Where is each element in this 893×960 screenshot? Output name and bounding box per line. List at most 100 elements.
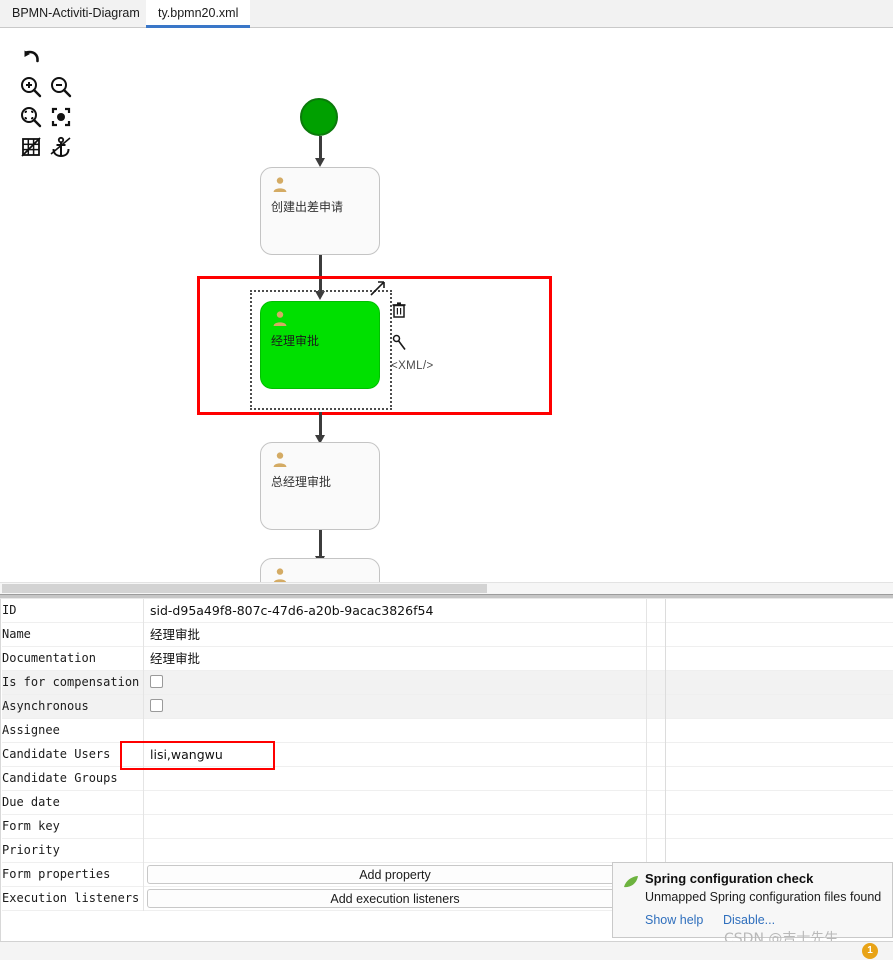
property-label: ID — [2, 603, 17, 617]
notification-body: Unmapped Spring configuration files foun… — [645, 890, 882, 904]
property-label: Name — [2, 627, 31, 641]
notification-count-badge[interactable]: 1 — [862, 943, 878, 959]
property-label: Documentation — [2, 651, 96, 665]
add-property-button[interactable]: Add property — [147, 865, 643, 884]
editor-tab-bar: BPMN-Activiti-Diagram ty.bpmn20.xml — [0, 0, 893, 28]
tab-label: ty.bpmn20.xml — [158, 6, 239, 20]
tab-ty-bpmn20-xml[interactable]: ty.bpmn20.xml — [146, 0, 251, 28]
column-divider — [646, 791, 647, 815]
property-label: Form properties — [2, 867, 111, 881]
annotation-rect-candidate-users — [120, 741, 275, 770]
xml-icon[interactable]: <XML/> — [391, 360, 434, 372]
column-divider — [665, 743, 666, 767]
column-divider — [646, 767, 647, 791]
anchor-icon[interactable] — [48, 134, 74, 160]
column-divider — [143, 647, 144, 671]
start-event-node[interactable] — [300, 98, 338, 136]
grid-off-icon[interactable] — [18, 134, 44, 160]
status-bar: 1 — [0, 941, 893, 960]
zoom-fit-icon[interactable] — [18, 104, 44, 130]
column-divider — [646, 671, 647, 695]
column-divider — [665, 623, 666, 647]
is-for-compensation-checkbox[interactable] — [150, 675, 163, 688]
task-label: 经理审批 — [271, 334, 320, 348]
undo-icon[interactable] — [18, 44, 44, 70]
property-label: Priority — [2, 843, 60, 857]
user-task-icon — [273, 311, 287, 326]
property-value[interactable]: 经理审批 — [150, 647, 200, 670]
property-label: Assignee — [2, 723, 60, 737]
property-row-candidate-groups[interactable]: Candidate Groups — [0, 767, 893, 791]
column-divider — [143, 839, 144, 863]
column-divider — [665, 695, 666, 719]
column-divider — [143, 863, 144, 887]
column-divider — [665, 767, 666, 791]
property-row-is-for-compensation[interactable]: Is for compensation — [0, 671, 893, 695]
user-task-icon — [273, 568, 287, 582]
property-row-id[interactable]: ID sid-d95a49f8-807c-47d6-a20b-9acac3826… — [0, 599, 893, 623]
column-divider — [646, 815, 647, 839]
task-node-3[interactable]: 总经理审批 — [260, 442, 380, 530]
user-task-icon — [273, 452, 287, 467]
morph-icon[interactable] — [392, 334, 408, 355]
property-label: Asynchronous — [2, 699, 89, 713]
column-divider — [646, 623, 647, 647]
zoom-out-icon[interactable] — [48, 74, 74, 100]
tab-bpmn-activiti-diagram[interactable]: BPMN-Activiti-Diagram — [0, 0, 152, 28]
zoom-actual-icon[interactable] — [48, 104, 74, 130]
notification-popup[interactable]: Spring configuration check Unmapped Spri… — [612, 862, 893, 938]
column-divider — [665, 815, 666, 839]
spring-leaf-icon — [624, 876, 638, 888]
tab-label: BPMN-Activiti-Diagram — [12, 6, 140, 20]
property-row-documentation[interactable]: Documentation 经理审批 — [0, 647, 893, 671]
property-row-assignee[interactable]: Assignee — [0, 719, 893, 743]
property-label: Form key — [2, 819, 60, 833]
column-divider — [646, 647, 647, 671]
delete-icon[interactable] — [391, 301, 407, 322]
column-divider — [143, 623, 144, 647]
column-divider — [143, 767, 144, 791]
property-label: Execution listeners — [2, 891, 140, 905]
disable-link[interactable]: Disable... — [723, 913, 775, 927]
task-node-2-selected[interactable]: 经理审批 — [260, 301, 380, 389]
task-label: 总经理审批 — [271, 475, 332, 489]
property-value[interactable]: sid-d95a49f8-807c-47d6-a20b-9acac3826f54 — [150, 599, 433, 622]
column-divider — [143, 695, 144, 719]
column-divider — [143, 791, 144, 815]
column-divider — [665, 791, 666, 815]
add-execution-listeners-button[interactable]: Add execution listeners — [147, 889, 643, 908]
column-divider — [665, 599, 666, 623]
property-row-due-date[interactable]: Due date — [0, 791, 893, 815]
column-divider — [665, 719, 666, 743]
diagram-toolbar — [0, 28, 74, 168]
property-label: Candidate Groups — [2, 771, 118, 785]
column-divider — [143, 599, 144, 623]
panel-left-edge — [0, 599, 2, 941]
show-help-link[interactable]: Show help — [645, 913, 703, 927]
property-row-name[interactable]: Name 经理审批 — [0, 623, 893, 647]
column-divider — [143, 719, 144, 743]
property-label: Is for compensation — [2, 675, 140, 689]
property-row-asynchronous[interactable]: Asynchronous — [0, 695, 893, 719]
bpmn-diagram-canvas[interactable]: 创建出差申请 经理审批 <XML/> 总经理审批 — [0, 28, 893, 582]
property-row-priority[interactable]: Priority — [0, 839, 893, 863]
column-divider — [143, 815, 144, 839]
column-divider — [143, 887, 144, 911]
asynchronous-checkbox[interactable] — [150, 699, 163, 712]
column-divider — [646, 839, 647, 863]
column-divider — [665, 647, 666, 671]
create-connection-icon[interactable] — [368, 278, 388, 301]
scrollbar-thumb[interactable] — [2, 584, 487, 593]
column-divider — [646, 719, 647, 743]
column-divider — [665, 671, 666, 695]
property-label: Due date — [2, 795, 60, 809]
task-node-4[interactable] — [260, 558, 380, 582]
property-value[interactable]: 经理审批 — [150, 623, 200, 646]
user-task-icon — [273, 177, 287, 192]
column-divider — [646, 599, 647, 623]
column-divider — [646, 695, 647, 719]
property-row-form-key[interactable]: Form key — [0, 815, 893, 839]
task-node-1[interactable]: 创建出差申请 — [260, 167, 380, 255]
zoom-in-icon[interactable] — [18, 74, 44, 100]
notification-title: Spring configuration check — [645, 871, 814, 886]
